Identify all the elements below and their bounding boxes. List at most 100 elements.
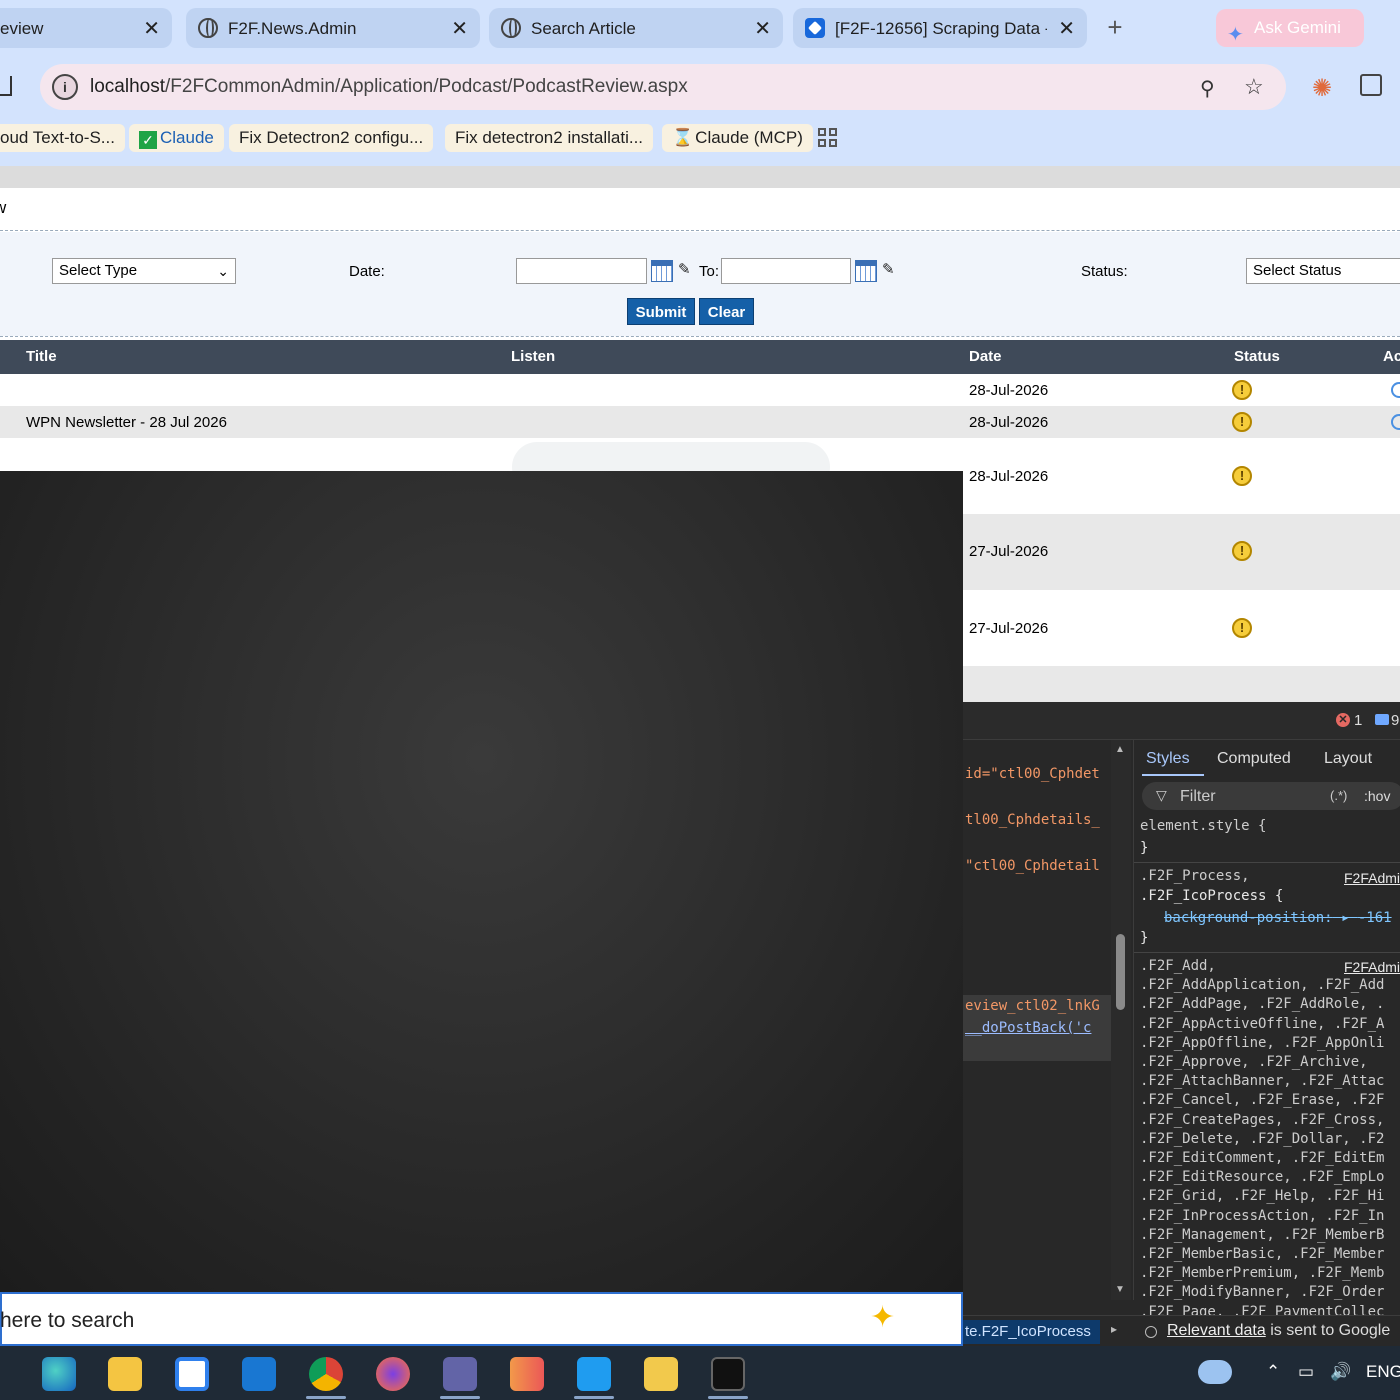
calendar-icon[interactable] (651, 260, 673, 282)
vscode-icon[interactable] (577, 1357, 611, 1391)
volume-icon[interactable]: 🔊 (1330, 1362, 1351, 1382)
dom-line[interactable]: tl00_Cphdetails_ (965, 812, 1100, 828)
rule-selector[interactable]: .F2F_AttachBanner, .F2F_Attac (1140, 1073, 1384, 1089)
type-select[interactable]: Select Type ⌄ (52, 258, 236, 284)
eraser-icon[interactable]: ✎ (678, 260, 691, 278)
breadcrumb[interactable]: te.F2F_IcoProcess (963, 1320, 1100, 1344)
rule-selector[interactable]: .F2F_Management, .F2F_MemberB (1140, 1227, 1384, 1243)
rule-selector[interactable]: .F2F_Add, (1140, 958, 1216, 974)
rule-selector[interactable]: .F2F_MemberBasic, .F2F_Member (1140, 1246, 1384, 1262)
eraser-icon[interactable]: ✎ (882, 260, 895, 278)
zoom-icon[interactable]: ⚲ (1200, 76, 1215, 101)
bookmark-fix-detectron2-config[interactable]: Fix Detectron2 configu... (229, 124, 434, 152)
app-icon[interactable] (510, 1357, 544, 1391)
home-icon[interactable] (0, 76, 12, 96)
site-info-icon[interactable]: i (52, 74, 78, 100)
tab-jira-issue[interactable]: [F2F-12656] Scraping Data - ✕ (793, 8, 1087, 48)
snipping-tool-icon[interactable] (644, 1357, 678, 1391)
header-status[interactable]: Status (1234, 348, 1280, 365)
rule-selector[interactable]: .F2F_Approve, .F2F_Archive, (1140, 1054, 1368, 1070)
address-bar[interactable]: i localhost/F2FCommonAdmin/Application/P… (40, 64, 1286, 110)
rule-selector[interactable]: .F2F_Delete, .F2F_Dollar, .F2 (1140, 1131, 1384, 1147)
rule-selector[interactable]: .F2F_IcoProcess { (1140, 888, 1283, 904)
hov-toggle[interactable]: :hov (1364, 788, 1390, 804)
action-icon[interactable] (1391, 414, 1400, 430)
overridden-property[interactable]: background-position: ▸ -161 (1164, 910, 1392, 926)
header-title[interactable]: Title (26, 348, 57, 365)
chevron-right-icon[interactable]: ▸ (1111, 1322, 1117, 1336)
clear-button[interactable]: Clear (699, 298, 754, 325)
bookmark-claude[interactable]: ✓ Claude (129, 124, 224, 152)
network-icon[interactable]: ▭ (1298, 1362, 1314, 1382)
rule-selector[interactable]: .F2F_Process, (1140, 868, 1250, 884)
rule-selector[interactable]: .F2F_ModifyBanner, .F2F_Order (1140, 1284, 1384, 1300)
message-icon[interactable] (1375, 714, 1389, 725)
rule-selector[interactable]: .F2F_AddApplication, .F2F_Add (1140, 977, 1384, 993)
language-indicator[interactable]: ENG (1366, 1362, 1400, 1382)
chevron-up-icon[interactable]: ⌃ (1266, 1362, 1280, 1382)
dom-line[interactable]: "ctl00_Cphdetail (965, 858, 1100, 874)
rule-selector[interactable]: .F2F_AppOffline, .F2F_AppOnli (1140, 1035, 1384, 1051)
message-count[interactable]: 9 (1391, 712, 1399, 729)
rule-selector[interactable]: .F2F_EditResource, .F2F_EmpLo (1140, 1169, 1384, 1185)
bookmark-star-icon[interactable]: ☆ (1244, 74, 1264, 100)
tab-close-icon[interactable]: ✕ (1058, 16, 1075, 41)
tab-podcast-review[interactable]: eview ✕ (0, 8, 172, 48)
header-actions[interactable]: Ac (1383, 348, 1400, 365)
submit-button[interactable]: Submit (627, 298, 695, 325)
terminal-icon[interactable] (711, 1357, 745, 1391)
rule-selector[interactable]: .F2F_Cancel, .F2F_Erase, .F2F (1140, 1092, 1384, 1108)
all-bookmarks-icon[interactable] (818, 128, 838, 148)
rule-selector[interactable]: .F2F_AddPage, .F2F_AddRole, . (1140, 996, 1384, 1012)
edge-icon[interactable] (42, 1357, 76, 1391)
ask-gemini-button[interactable]: ✦ Ask Gemini (1216, 9, 1364, 47)
claude-extension-icon[interactable]: ✺ (1312, 74, 1332, 103)
weather-icon[interactable] (1198, 1352, 1232, 1384)
tab-close-icon[interactable]: ✕ (143, 16, 160, 41)
dom-line[interactable]: id="ctl00_Cphdet (965, 766, 1100, 782)
tab-styles[interactable]: Styles (1146, 750, 1190, 768)
date-from-input[interactable] (516, 258, 647, 284)
status-select[interactable]: Select Status (1246, 258, 1400, 284)
error-count[interactable]: 1 (1354, 712, 1362, 729)
scrollbar-thumb[interactable] (1116, 934, 1125, 1010)
new-tab-button[interactable]: + (1096, 12, 1134, 44)
bookmark-fix-detectron2-install[interactable]: Fix detectron2 installati... (445, 124, 654, 152)
extensions-icon[interactable] (1360, 74, 1382, 96)
store-icon[interactable] (175, 1357, 209, 1391)
url-text[interactable]: localhost/F2FCommonAdmin/Application/Pod… (90, 76, 688, 98)
rule-selector[interactable]: .F2F_Grid, .F2F_Help, .F2F_Hi (1140, 1188, 1384, 1204)
header-date[interactable]: Date (969, 348, 1002, 365)
windows-search-box[interactable]: here to search ✦ (0, 1292, 963, 1346)
element-style-rule[interactable]: element.style { (1140, 818, 1266, 834)
bookmark-text-to-speech[interactable]: oud Text-to-S... (0, 124, 125, 152)
calendar-icon[interactable] (855, 260, 877, 282)
teams-icon[interactable] (443, 1357, 477, 1391)
regex-toggle[interactable]: (.*) (1330, 788, 1347, 803)
date-to-input[interactable] (721, 258, 851, 284)
rule-selector[interactable]: .F2F_MemberPremium, .F2F_Memb (1140, 1265, 1384, 1281)
action-icon[interactable] (1391, 382, 1400, 398)
outlook-icon[interactable] (242, 1357, 276, 1391)
rule-selector[interactable]: .F2F_InProcessAction, .F2F_In (1140, 1208, 1384, 1224)
rule-source-link[interactable]: F2FAdmi (1344, 870, 1400, 886)
dom-line-link[interactable]: __doPostBack('c (965, 1020, 1091, 1036)
tab-close-icon[interactable]: ✕ (754, 16, 771, 41)
dom-line[interactable]: eview_ctl02_lnkG (965, 998, 1100, 1014)
tab-close-icon[interactable]: ✕ (451, 16, 468, 41)
rule-selector[interactable]: .F2F_CreatePages, .F2F_Cross, (1140, 1112, 1384, 1128)
relevant-data-link[interactable]: Relevant data (1167, 1322, 1266, 1339)
rule-source-link[interactable]: F2FAdmi (1344, 959, 1400, 975)
scroll-down-icon[interactable]: ▼ (1115, 1284, 1125, 1295)
header-listen[interactable]: Listen (511, 348, 555, 365)
scroll-up-icon[interactable]: ▲ (1115, 744, 1125, 755)
error-icon[interactable]: ✕ (1336, 713, 1350, 727)
tab-search-article[interactable]: Search Article ✕ (489, 8, 783, 48)
bookmark-claude-mcp[interactable]: ⌛ Claude (MCP) (662, 124, 813, 152)
tab-f2f-news-admin[interactable]: F2F.News.Admin ✕ (186, 8, 480, 48)
file-explorer-icon[interactable] (108, 1357, 142, 1391)
elements-scrollbar[interactable]: ▲ ▼ (1111, 740, 1131, 1300)
rule-selector[interactable]: .F2F_AppActiveOffline, .F2F_A (1140, 1016, 1384, 1032)
chrome-icon[interactable] (309, 1357, 343, 1391)
tab-computed[interactable]: Computed (1217, 750, 1291, 768)
